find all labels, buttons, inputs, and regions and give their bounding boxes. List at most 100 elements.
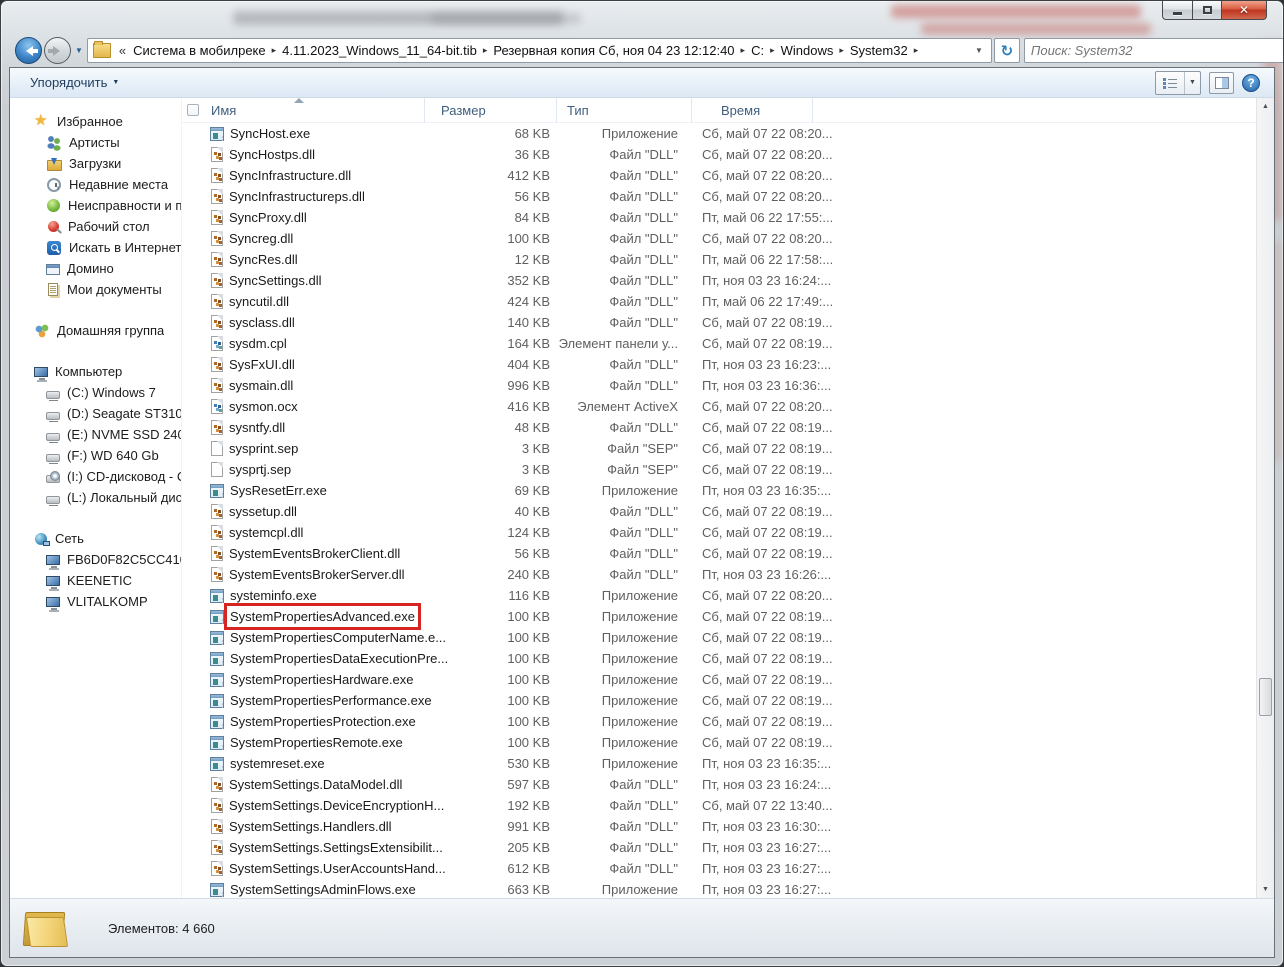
back-button[interactable] bbox=[15, 37, 42, 64]
file-row[interactable]: SystemPropertiesPerformance.exe100 KBПри… bbox=[182, 690, 1256, 711]
file-row[interactable]: Syncreg.dll100 KBФайл "DLL"Сб, май 07 22… bbox=[182, 228, 1256, 249]
file-row[interactable]: SystemSettingsAdminFlows.exe663 KBПрилож… bbox=[182, 879, 1256, 898]
sidebar-item--d-seagate-st31000[interactable]: (D:) Seagate ST31000 bbox=[10, 403, 181, 424]
file-row[interactable]: SystemSettings.SettingsExtensibilit...20… bbox=[182, 837, 1256, 858]
file-row[interactable]: syncutil.dll424 KBФайл "DLL"Пт, май 06 2… bbox=[182, 291, 1256, 312]
sidebar-item-fb6d0f82c5cc410[interactable]: FB6D0F82C5CC410 bbox=[10, 549, 181, 570]
file-name-cell[interactable]: SystemPropertiesRemote.exe bbox=[182, 735, 425, 750]
file-row[interactable]: SystemPropertiesRemote.exe100 KBПриложен… bbox=[182, 732, 1256, 753]
file-name-cell[interactable]: systemreset.exe bbox=[182, 756, 425, 771]
sidebar-item-сеть[interactable]: Сеть bbox=[10, 528, 181, 549]
file-row[interactable]: SystemPropertiesAdvanced.exe100 KBПрилож… bbox=[182, 606, 1256, 627]
file-name-cell[interactable]: sysmon.ocx bbox=[182, 399, 425, 414]
file-name-cell[interactable]: systemcpl.dll bbox=[182, 525, 425, 540]
help-button[interactable]: ? bbox=[1242, 74, 1260, 92]
file-row[interactable]: SystemEventsBrokerServer.dll240 KBФайл "… bbox=[182, 564, 1256, 585]
sidebar-item-vlitalkomp[interactable]: VLITALKOMP bbox=[10, 591, 181, 612]
sidebar-item-мои-документы[interactable]: Мои документы bbox=[10, 279, 181, 300]
file-row[interactable]: SystemPropertiesHardware.exe100 KBПрилож… bbox=[182, 669, 1256, 690]
sidebar-item--f-wd-640-gb[interactable]: (F:) WD 640 Gb bbox=[10, 445, 181, 466]
file-row[interactable]: sysclass.dll140 KBФайл "DLL"Сб, май 07 2… bbox=[182, 312, 1256, 333]
sidebar-item-недавние-места[interactable]: Недавние места bbox=[10, 174, 181, 195]
minimize-button[interactable] bbox=[1162, 1, 1192, 20]
column-header-size[interactable]: Размер bbox=[425, 98, 557, 122]
sidebar-item--e-nvme-ssd-240-г[interactable]: (E:) NVME SSD 240 Г bbox=[10, 424, 181, 445]
file-row[interactable]: SyncRes.dll12 KBФайл "DLL"Пт, май 06 22 … bbox=[182, 249, 1256, 270]
file-row[interactable]: SyncHostps.dll36 KBФайл "DLL"Сб, май 07 … bbox=[182, 144, 1256, 165]
breadcrumb-item[interactable]: Windows bbox=[778, 43, 837, 58]
breadcrumb-item[interactable]: C: bbox=[748, 43, 767, 58]
file-row[interactable]: sysprtj.sep3 KBФайл "SEP"Сб, май 07 22 0… bbox=[182, 459, 1256, 480]
breadcrumb-separator-icon[interactable]: ▸ bbox=[738, 45, 749, 56]
file-name-cell[interactable]: SysResetErr.exe bbox=[182, 483, 425, 498]
search-input[interactable] bbox=[1025, 43, 1284, 58]
breadcrumb-overflow-icon[interactable]: « bbox=[119, 43, 126, 58]
file-row[interactable]: systeminfo.exe116 KBПриложениеСб, май 07… bbox=[182, 585, 1256, 606]
file-name-cell[interactable]: SystemEventsBrokerServer.dll bbox=[182, 567, 425, 582]
sidebar-item-искать-в-интернете[interactable]: Искать в Интернете bbox=[10, 237, 181, 258]
refresh-button[interactable]: ↻ bbox=[994, 38, 1020, 63]
breadcrumb-item[interactable]: System32 bbox=[847, 43, 911, 58]
recent-pages-dropdown[interactable]: ▼ bbox=[75, 46, 83, 55]
file-name-cell[interactable]: SyncSettings.dll bbox=[182, 273, 425, 288]
file-name-cell[interactable]: SyncRes.dll bbox=[182, 252, 425, 267]
file-name-cell[interactable]: SystemSettingsAdminFlows.exe bbox=[182, 882, 425, 897]
column-header-name[interactable]: Имя bbox=[182, 98, 425, 122]
breadcrumb-separator-icon[interactable]: ▸ bbox=[269, 45, 280, 56]
file-row[interactable]: SyncInfrastructureps.dll56 KBФайл "DLL"С… bbox=[182, 186, 1256, 207]
file-name-cell[interactable]: SyncProxy.dll bbox=[182, 210, 425, 225]
file-name-cell[interactable]: sysclass.dll bbox=[182, 315, 425, 330]
file-row[interactable]: SystemSettings.UserAccountsHand...612 KB… bbox=[182, 858, 1256, 879]
breadcrumb-separator-icon[interactable]: ▸ bbox=[911, 45, 922, 56]
column-header-type[interactable]: Тип bbox=[557, 98, 692, 122]
file-name-cell[interactable]: SystemPropertiesAdvanced.exe bbox=[182, 609, 425, 624]
sidebar-item--c-windows-7[interactable]: (C:) Windows 7 bbox=[10, 382, 181, 403]
breadcrumb-separator-icon[interactable]: ▸ bbox=[836, 45, 847, 56]
file-name-cell[interactable]: SyncHostps.dll bbox=[182, 147, 425, 162]
file-row[interactable]: sysmain.dll996 KBФайл "DLL"Пт, ноя 03 23… bbox=[182, 375, 1256, 396]
file-row[interactable]: SysFxUI.dll404 KBФайл "DLL"Пт, ноя 03 23… bbox=[182, 354, 1256, 375]
sidebar-item--i-cd-дисковод-c[interactable]: (I:) CD-дисковод - C bbox=[10, 466, 181, 487]
vertical-scrollbar[interactable]: ▲ ▼ bbox=[1256, 98, 1274, 898]
file-name-cell[interactable]: SystemSettings.SettingsExtensibilit... bbox=[182, 840, 425, 855]
preview-pane-button[interactable] bbox=[1209, 72, 1234, 94]
file-row[interactable]: SystemSettings.DeviceEncryptionH...192 K… bbox=[182, 795, 1256, 816]
file-name-cell[interactable]: sysmain.dll bbox=[182, 378, 425, 393]
file-row[interactable]: SyncProxy.dll84 KBФайл "DLL"Пт, май 06 2… bbox=[182, 207, 1256, 228]
scroll-up-button[interactable]: ▲ bbox=[1257, 98, 1274, 115]
file-name-cell[interactable]: SystemSettings.Handlers.dll bbox=[182, 819, 425, 834]
file-name-cell[interactable]: SyncInfrastructureps.dll bbox=[182, 189, 425, 204]
sidebar-item-домашняя-группа[interactable]: Домашняя группа bbox=[10, 320, 181, 341]
file-row[interactable]: SystemPropertiesProtection.exe100 KBПрил… bbox=[182, 711, 1256, 732]
file-name-cell[interactable]: SystemPropertiesHardware.exe bbox=[182, 672, 425, 687]
forward-button[interactable] bbox=[44, 37, 71, 64]
file-name-cell[interactable]: sysprtj.sep bbox=[182, 462, 425, 477]
maximize-button[interactable] bbox=[1192, 1, 1221, 20]
file-row[interactable]: SyncSettings.dll352 KBФайл "DLL"Пт, ноя … bbox=[182, 270, 1256, 291]
file-row[interactable]: sysdm.cpl164 KBЭлемент панели у...Сб, ма… bbox=[182, 333, 1256, 354]
search-box[interactable] bbox=[1024, 38, 1284, 63]
file-name-cell[interactable]: SyncInfrastructure.dll bbox=[182, 168, 425, 183]
sidebar-item-артисты[interactable]: Артисты bbox=[10, 132, 181, 153]
breadcrumb-item[interactable]: Резервная копия Сб, ноя 04 23 12:12:40 bbox=[490, 43, 737, 58]
address-dropdown-icon[interactable]: ▼ bbox=[967, 46, 991, 55]
organize-button[interactable]: Упорядочить ▼ bbox=[24, 72, 125, 93]
file-name-cell[interactable]: sysntfy.dll bbox=[182, 420, 425, 435]
change-view-button[interactable]: ▼ bbox=[1155, 71, 1201, 95]
sidebar-item-домино[interactable]: Домино bbox=[10, 258, 181, 279]
file-row[interactable]: SyncInfrastructure.dll412 KBФайл "DLL"Сб… bbox=[182, 165, 1256, 186]
file-name-cell[interactable]: SystemSettings.DeviceEncryptionH... bbox=[182, 798, 425, 813]
address-bar[interactable]: « Система в мобилреке▸4.11.2023_Windows_… bbox=[87, 38, 992, 63]
column-header-time[interactable]: Время bbox=[692, 98, 813, 122]
scroll-down-button[interactable]: ▼ bbox=[1257, 881, 1274, 898]
file-name-cell[interactable]: SystemPropertiesDataExecutionPre... bbox=[182, 651, 425, 666]
file-row[interactable]: SystemPropertiesComputerName.e...100 KBП… bbox=[182, 627, 1256, 648]
file-row[interactable]: syssetup.dll40 KBФайл "DLL"Сб, май 07 22… bbox=[182, 501, 1256, 522]
file-name-cell[interactable]: systeminfo.exe bbox=[182, 588, 425, 603]
file-row[interactable]: SysResetErr.exe69 KBПриложениеПт, ноя 03… bbox=[182, 480, 1256, 501]
file-name-cell[interactable]: syncutil.dll bbox=[182, 294, 425, 309]
sidebar-item-компьютер[interactable]: Компьютер bbox=[10, 361, 181, 382]
file-name-cell[interactable]: SystemPropertiesProtection.exe bbox=[182, 714, 425, 729]
file-row[interactable]: SystemEventsBrokerClient.dll56 KBФайл "D… bbox=[182, 543, 1256, 564]
file-name-cell[interactable]: sysprint.sep bbox=[182, 441, 425, 456]
